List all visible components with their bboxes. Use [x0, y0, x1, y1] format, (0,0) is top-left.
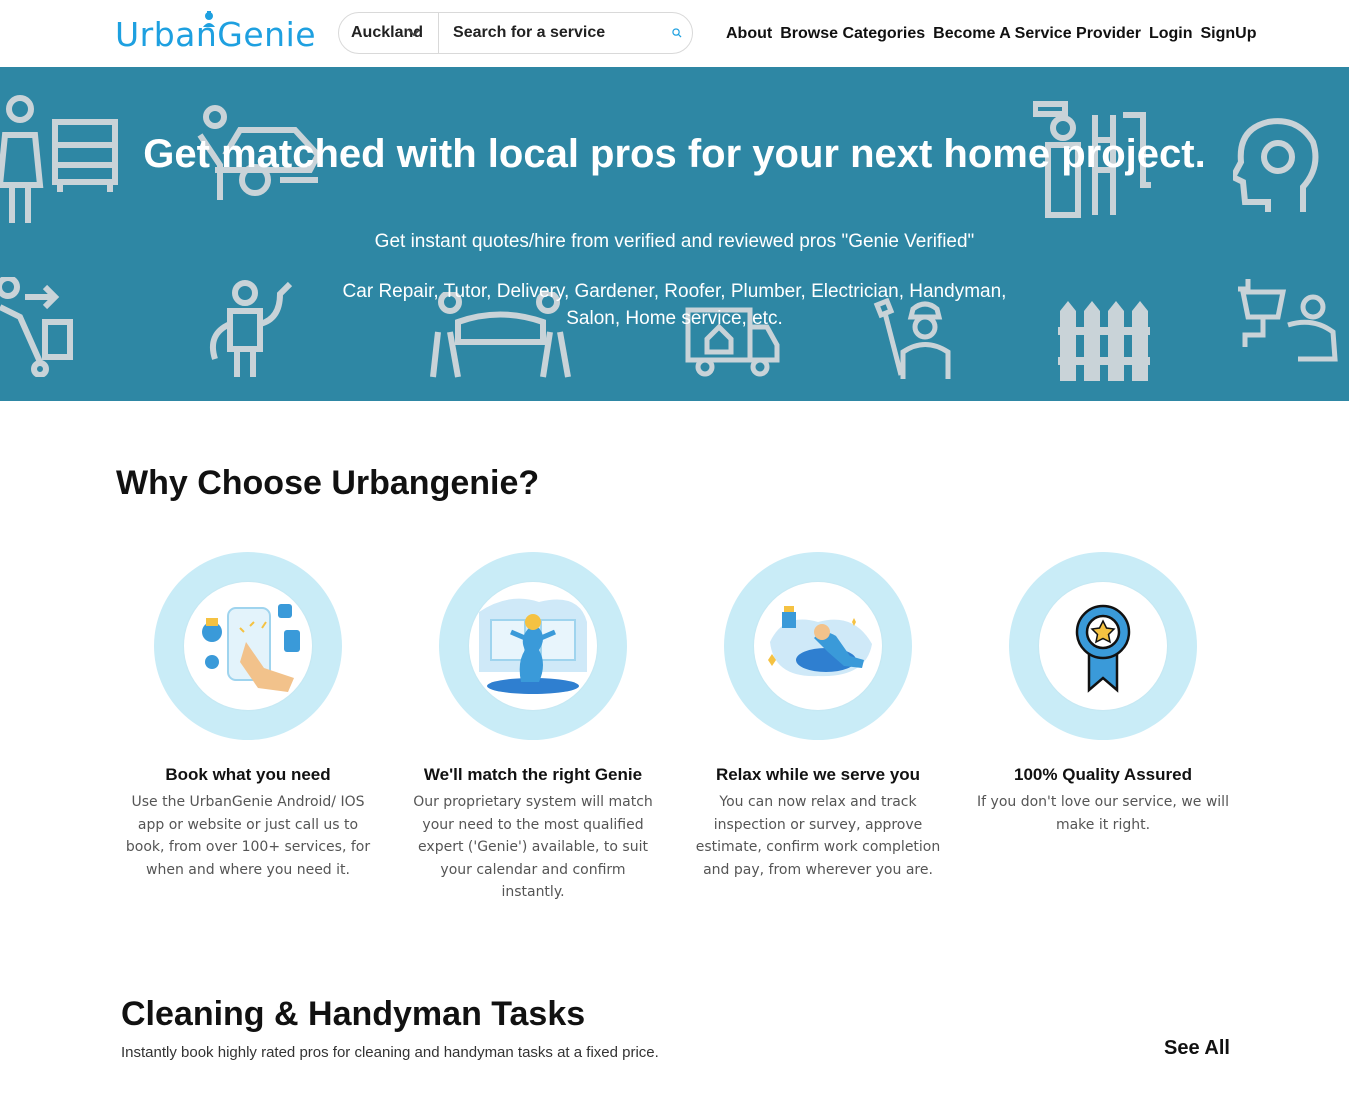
search-icon[interactable] — [672, 25, 682, 41]
city-select[interactable]: Auckland — [339, 13, 440, 53]
cleaning-section-title: Cleaning & Handyman Tasks — [121, 995, 586, 1033]
feature-ring — [1009, 552, 1197, 740]
feature-ring — [154, 552, 342, 740]
genie-match-icon — [479, 598, 587, 694]
feature-text: If you don't love our service, we will m… — [977, 794, 1229, 833]
booking-phone-icon — [202, 604, 300, 692]
hero-banner: Get matched with local pros for your nex… — [0, 67, 1349, 401]
feature-title: Relax while we serve you — [715, 765, 921, 784]
delivery-trolley-icon — [0, 277, 73, 377]
feature-icon-circle — [754, 582, 882, 710]
nav-browse-categories[interactable]: Browse Categories — [780, 25, 925, 43]
search-input[interactable] — [439, 13, 673, 53]
site-header: UrbanGenie Auckland About Browse Categor… — [0, 0, 1349, 67]
feature-title: Book what you need — [165, 765, 331, 784]
cleaning-section-subtitle: Instantly book highly rated pros for cle… — [121, 1044, 659, 1061]
nav-signup[interactable]: SignUp — [1201, 25, 1257, 43]
feature-text: Use the UrbanGenie Android/ IOS app or w… — [125, 794, 371, 878]
feature-icon-circle — [1039, 582, 1167, 710]
feature-ring — [724, 552, 912, 740]
see-all-link[interactable]: See All — [1164, 1037, 1230, 1060]
feature-text: You can now relax and track inspection o… — [695, 794, 941, 878]
hero-subtitle: Get instant quotes/hire from verified an… — [374, 231, 975, 252]
why-choose-title: Why Choose Urbangenie? — [116, 464, 540, 502]
feature-icon-circle — [469, 582, 597, 710]
main-nav: About Browse Categories Become A Service… — [726, 25, 1257, 43]
nav-login[interactable]: Login — [1149, 25, 1193, 43]
plumber-icon — [1238, 279, 1338, 362]
feature-title: 100% Quality Assured — [1014, 765, 1192, 784]
hero-title: Get matched with local pros for your nex… — [143, 132, 1206, 176]
nav-become-provider[interactable]: Become A Service Provider — [933, 25, 1141, 43]
feature-icon-circle — [184, 582, 312, 710]
electrician-icon — [209, 280, 293, 377]
chevron-down-icon — [408, 29, 420, 37]
fence-icon — [1058, 301, 1150, 381]
hero-categories: Car Repair, Tutor, Delivery, Gardener, R… — [342, 281, 1007, 329]
feature-ring — [439, 552, 627, 740]
search-bar: Auckland — [338, 12, 693, 54]
feature-text: Our proprietary system will match your n… — [413, 794, 653, 900]
nav-about[interactable]: About — [726, 25, 772, 43]
feature-title: We'll match the right Genie — [423, 765, 643, 784]
genie-mark-icon — [203, 11, 215, 27]
quality-badge-icon — [1075, 604, 1131, 693]
logo[interactable]: UrbanGenie — [115, 11, 316, 58]
relax-icon — [768, 606, 872, 677]
